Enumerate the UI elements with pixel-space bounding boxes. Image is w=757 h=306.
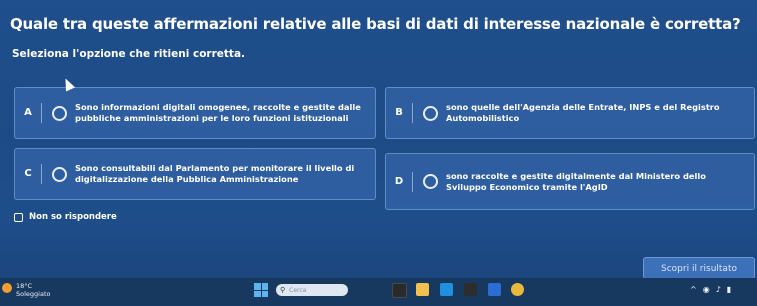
search-icon: ⚲ xyxy=(280,286,286,294)
edge-browser-icon[interactable] xyxy=(440,283,453,296)
option-letter: D xyxy=(386,171,413,192)
weather-description: Soleggiato xyxy=(16,290,51,298)
dont-know-label: Non so rispondere xyxy=(29,212,117,222)
weather-temperature: 18°C xyxy=(16,282,33,290)
windows-taskbar xyxy=(0,278,757,306)
option-d[interactable]: D sono raccolte e gestite digitalmente d… xyxy=(385,153,755,210)
weather-widget[interactable]: 18°C Soleggiato xyxy=(2,282,50,298)
option-c[interactable]: C Sono consultabili dal Parlamento per m… xyxy=(14,148,376,200)
system-tray[interactable]: ^ ◉ ♪ ▮ xyxy=(690,285,731,294)
radio-button[interactable] xyxy=(52,166,67,182)
windows-start-icon[interactable] xyxy=(254,283,268,297)
store-icon[interactable] xyxy=(464,283,477,296)
app-icon[interactable] xyxy=(488,283,501,296)
dont-know-option[interactable]: Non so rispondere xyxy=(14,212,117,222)
chevron-up-icon[interactable]: ^ xyxy=(690,285,697,294)
option-text: sono raccolte e gestite digitalmente dal… xyxy=(446,170,706,192)
option-letter: C xyxy=(15,164,42,184)
reveal-result-button[interactable]: Scopri il risultato xyxy=(643,257,755,279)
option-a[interactable]: A Sono informazioni digitali omogenee, r… xyxy=(14,87,376,139)
option-text: Sono informazioni digitali omogenee, rac… xyxy=(75,102,361,123)
dont-know-checkbox[interactable] xyxy=(14,212,23,222)
sun-icon xyxy=(2,283,12,293)
option-text: Sono consultabili dal Parlamento per mon… xyxy=(75,163,355,184)
option-b[interactable]: B sono quelle dell'Agenzia delle Entrate… xyxy=(385,87,755,139)
speaker-icon[interactable]: ♪ xyxy=(716,285,721,294)
option-letter: A xyxy=(15,103,42,123)
question-title: Quale tra queste affermazioni relative a… xyxy=(10,15,741,33)
radio-button[interactable] xyxy=(423,105,438,121)
option-letter: B xyxy=(386,103,413,123)
option-text: sono quelle dell'Agenzia delle Entrate, … xyxy=(446,102,720,123)
instruction-text: Seleziona l'opzione che ritieni corretta… xyxy=(12,48,246,60)
battery-icon[interactable]: ▮ xyxy=(727,285,731,294)
taskbar-search-input[interactable]: ⚲ Cerca xyxy=(276,284,348,296)
file-explorer-icon[interactable] xyxy=(416,283,429,296)
radio-button[interactable] xyxy=(423,174,438,189)
radio-button[interactable] xyxy=(52,105,67,121)
task-view-icon[interactable] xyxy=(392,283,407,298)
wifi-icon[interactable]: ◉ xyxy=(703,285,710,294)
chrome-icon[interactable] xyxy=(511,283,524,296)
search-placeholder: Cerca xyxy=(289,286,307,294)
